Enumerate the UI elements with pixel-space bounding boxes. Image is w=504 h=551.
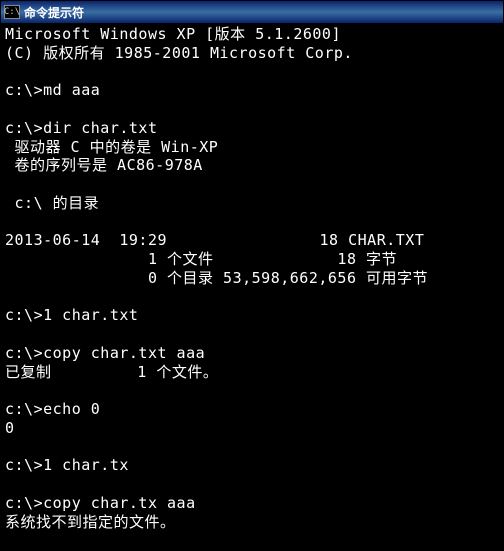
cmd-icon: C:\ [4, 5, 20, 19]
window-titlebar[interactable]: C:\ 命令提示符 [1, 1, 503, 23]
terminal-output[interactable]: Microsoft Windows XP [版本 5.1.2600] (C) 版… [1, 23, 503, 550]
window-title: 命令提示符 [24, 4, 84, 21]
